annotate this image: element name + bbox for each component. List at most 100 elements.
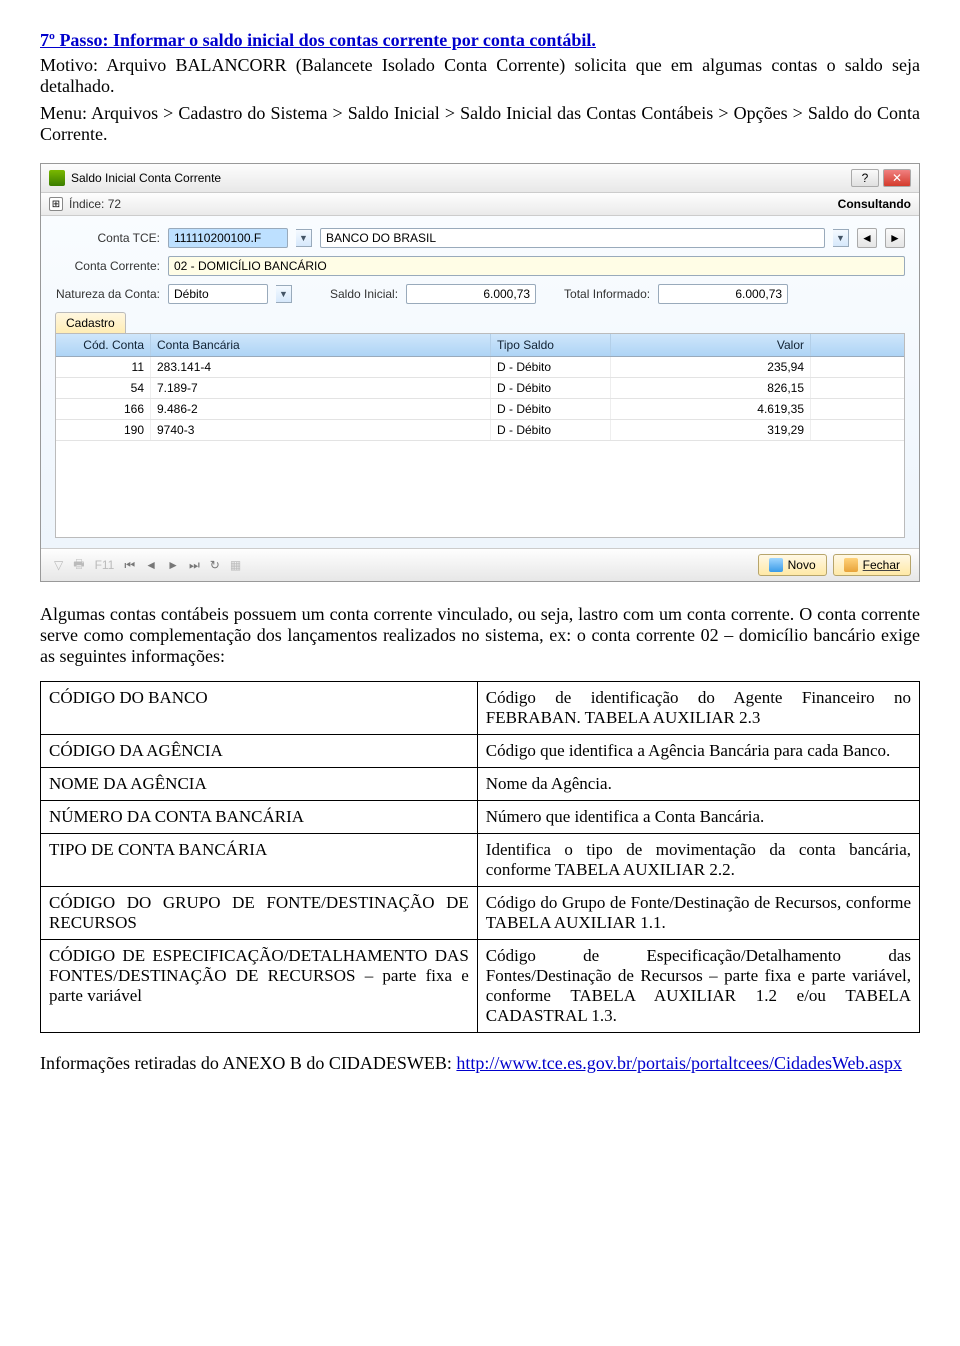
cell-cod: 190 xyxy=(56,420,151,440)
novo-button[interactable]: Novo xyxy=(758,554,827,576)
fechar-icon xyxy=(844,558,858,572)
cell-tipo: D - Débito xyxy=(491,378,611,398)
conta-tce-code-dropdown[interactable]: ▼ xyxy=(296,229,312,247)
cell-valor: 235,94 xyxy=(611,357,811,377)
natureza-label: Natureza da Conta: xyxy=(55,287,160,301)
total-informado-value: 6.000,73 xyxy=(735,287,782,301)
info-right: Código de identificação do Agente Financ… xyxy=(477,682,919,735)
table-row[interactable]: 547.189-7D - Débito826,15 xyxy=(56,378,904,399)
close-window-button[interactable]: ✕ xyxy=(883,169,911,187)
explain-text: Algumas contas contábeis possuem um cont… xyxy=(40,604,920,667)
saldo-inicial-field[interactable]: 6.000,73 xyxy=(406,284,536,304)
cell-tipo: D - Débito xyxy=(491,420,611,440)
close-icon: ✕ xyxy=(892,171,902,185)
footnote-pre: Informações retiradas do ANEXO B do CIDA… xyxy=(40,1053,456,1073)
cell-tipo: D - Débito xyxy=(491,357,611,377)
info-right: Nome da Agência. xyxy=(477,768,919,801)
index-bar: ⊞ Índice: 72 Consultando xyxy=(41,193,919,216)
cell-cod: 54 xyxy=(56,378,151,398)
conta-tce-label: Conta TCE: xyxy=(55,231,160,245)
conta-tce-desc-dropdown[interactable]: ▼ xyxy=(833,229,849,247)
info-row: CÓDIGO DO BANCOCódigo de identificação d… xyxy=(41,682,920,735)
help-button[interactable]: ? xyxy=(851,169,879,187)
natureza-dropdown[interactable]: ▼ xyxy=(276,285,292,303)
footer-bar: ▽ 🖶 F11 ⏮ ◄ ► ⏭ ↻ ▦ Novo Fechar xyxy=(41,548,919,581)
f11-label: F11 xyxy=(90,558,120,572)
info-row: NOME DA AGÊNCIANome da Agência. xyxy=(41,768,920,801)
saldo-inicial-label: Saldo Inicial: xyxy=(330,287,398,301)
conta-tce-desc-value: BANCO DO BRASIL xyxy=(326,231,436,245)
form-area: Conta TCE: 111110200100.F ▼ BANCO DO BRA… xyxy=(41,216,919,548)
window-title: Saldo Inicial Conta Corrente xyxy=(71,171,221,185)
table-row[interactable]: 1909740-3D - Débito319,29 xyxy=(56,420,904,441)
natureza-value: Débito xyxy=(174,287,209,301)
fechar-label: Fechar xyxy=(863,558,900,572)
info-left: TIPO DE CONTA BANCÁRIA xyxy=(41,834,478,887)
mode-status: Consultando xyxy=(838,197,911,211)
total-informado-field: 6.000,73 xyxy=(658,284,788,304)
refresh-button[interactable]: ↻ xyxy=(205,558,225,572)
info-row: CÓDIGO DA AGÊNCIACódigo que identifica a… xyxy=(41,735,920,768)
info-row: NÚMERO DA CONTA BANCÁRIANúmero que ident… xyxy=(41,801,920,834)
conta-tce-code-value: 111110200100.F xyxy=(174,231,261,245)
cell-valor: 4.619,35 xyxy=(611,399,811,419)
app-icon xyxy=(49,170,65,186)
info-row: CÓDIGO DE ESPECIFICAÇÃO/DETALHAMENTO DAS… xyxy=(41,940,920,1033)
total-informado-label: Total Informado: xyxy=(564,287,650,301)
col-conta-header[interactable]: Conta Bancária xyxy=(151,334,491,356)
filter-icon[interactable]: ▽ xyxy=(49,558,68,572)
info-left: CÓDIGO DO BANCO xyxy=(41,682,478,735)
titlebar[interactable]: Saldo Inicial Conta Corrente ? ✕ xyxy=(41,164,919,193)
nav-first-button[interactable]: ⏮ xyxy=(119,558,140,573)
help-icon: ? xyxy=(862,171,869,185)
info-table: CÓDIGO DO BANCOCódigo de identificação d… xyxy=(40,681,920,1033)
conta-tce-desc-field[interactable]: BANCO DO BRASIL xyxy=(320,228,825,248)
saldo-inicial-window: Saldo Inicial Conta Corrente ? ✕ ⊞ Índic… xyxy=(40,163,920,582)
info-left: NOME DA AGÊNCIA xyxy=(41,768,478,801)
cell-conta: 283.141-4 xyxy=(151,357,491,377)
footnote: Informações retiradas do ANEXO B do CIDA… xyxy=(40,1053,920,1074)
col-tipo-header[interactable]: Tipo Saldo xyxy=(491,334,611,356)
cell-conta: 7.189-7 xyxy=(151,378,491,398)
info-right: Código do Grupo de Fonte/Destinação de R… xyxy=(477,887,919,940)
novo-label: Novo xyxy=(788,558,816,572)
saldo-inicial-value: 6.000,73 xyxy=(483,287,530,301)
conta-corrente-label: Conta Corrente: xyxy=(55,259,160,273)
nav-next-button[interactable]: ► xyxy=(162,558,184,572)
print-icon[interactable]: 🖶 xyxy=(68,555,89,576)
nav-prev-button[interactable]: ◄ xyxy=(140,558,162,572)
cidadesweb-link[interactable]: http://www.tce.es.gov.br/portais/portalt… xyxy=(456,1053,902,1073)
info-row: TIPO DE CONTA BANCÁRIAIdentifica o tipo … xyxy=(41,834,920,887)
cell-valor: 319,29 xyxy=(611,420,811,440)
info-left: CÓDIGO DE ESPECIFICAÇÃO/DETALHAMENTO DAS… xyxy=(41,940,478,1033)
natureza-field[interactable]: Débito xyxy=(168,284,268,304)
cell-conta: 9740-3 xyxy=(151,420,491,440)
fechar-button[interactable]: Fechar xyxy=(833,554,911,576)
novo-icon xyxy=(769,558,783,572)
next-record-button[interactable]: ► xyxy=(885,228,905,248)
cell-tipo: D - Débito xyxy=(491,399,611,419)
nav-last-button[interactable]: ⏭ xyxy=(184,558,205,573)
info-left: CÓDIGO DO GRUPO DE FONTE/DESTINAÇÃO DE R… xyxy=(41,887,478,940)
conta-tce-code-field[interactable]: 111110200100.F xyxy=(168,228,288,248)
export-icon[interactable]: ▦ xyxy=(225,558,246,572)
info-right: Identifica o tipo de movimentação da con… xyxy=(477,834,919,887)
step-heading: 7º Passo: Informar o saldo inicial dos c… xyxy=(40,30,920,51)
prev-record-button[interactable]: ◄ xyxy=(857,228,877,248)
grid: Cód. Conta Conta Bancária Tipo Saldo Val… xyxy=(55,333,905,538)
col-valor-header[interactable]: Valor xyxy=(611,334,811,356)
info-right: Código de Especificação/Detalhamento das… xyxy=(477,940,919,1033)
col-cod-header[interactable]: Cód. Conta xyxy=(56,334,151,356)
cell-valor: 826,15 xyxy=(611,378,811,398)
table-row[interactable]: 1669.486-2D - Débito4.619,35 xyxy=(56,399,904,420)
table-row[interactable]: 11283.141-4D - Débito235,94 xyxy=(56,357,904,378)
index-icon[interactable]: ⊞ xyxy=(49,197,63,211)
conta-corrente-field: 02 - DOMICÍLIO BANCÁRIO xyxy=(168,256,905,276)
info-row: CÓDIGO DO GRUPO DE FONTE/DESTINAÇÃO DE R… xyxy=(41,887,920,940)
info-left: CÓDIGO DA AGÊNCIA xyxy=(41,735,478,768)
indice-label: Índice: 72 xyxy=(69,197,121,211)
tab-cadastro[interactable]: Cadastro xyxy=(55,312,126,333)
info-left: NÚMERO DA CONTA BANCÁRIA xyxy=(41,801,478,834)
info-right: Código que identifica a Agência Bancária… xyxy=(477,735,919,768)
cell-cod: 11 xyxy=(56,357,151,377)
